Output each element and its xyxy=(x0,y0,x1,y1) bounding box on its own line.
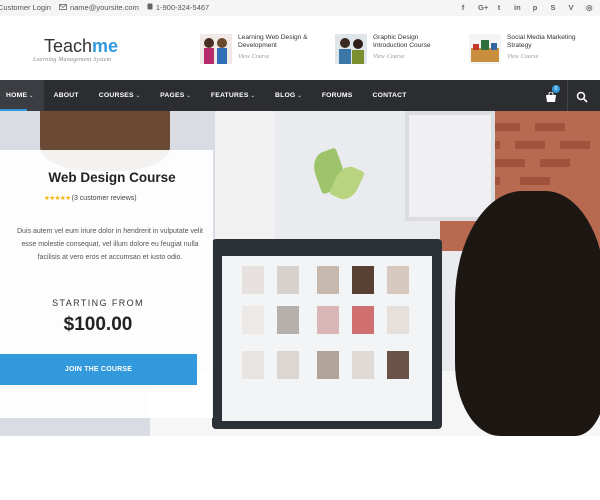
nav-label[interactable]: BLOG xyxy=(275,92,295,99)
view-course-link[interactable]: View Course xyxy=(373,53,453,60)
phone-text: 1-900-324-5467 xyxy=(155,3,210,12)
course-price: $100.00 xyxy=(63,314,133,335)
phone-contact: 1-900-324-5467 xyxy=(147,3,209,12)
course-thumbnail[interactable] xyxy=(335,34,367,64)
social-links: f G+ t in p S V ◎ xyxy=(448,3,593,12)
hero-photo-person-right xyxy=(455,191,600,436)
chevron-down-icon: ⌄ xyxy=(29,92,34,99)
chevron-down-icon: ⌄ xyxy=(186,92,191,99)
site-logo[interactable]: Teachme xyxy=(44,36,118,57)
chevron-down-icon: ⌄ xyxy=(250,92,255,99)
customer-login-link[interactable]: Customer Login xyxy=(0,3,51,12)
hero-photo-monitor-background xyxy=(405,111,495,221)
search-icon[interactable] xyxy=(576,90,588,103)
logo-accent-text[interactable]: me xyxy=(92,36,118,56)
skype-icon[interactable]: S xyxy=(550,3,556,12)
nav-label[interactable]: COURSES xyxy=(99,92,134,99)
pinterest-icon[interactable]: p xyxy=(532,3,538,12)
logo-text[interactable]: Teach xyxy=(44,36,92,56)
hero-photo-window xyxy=(215,111,275,241)
header-course-1[interactable]: Learning Web Design & Development View C… xyxy=(200,34,318,64)
header-course-2[interactable]: Graphic Design Introduction Course View … xyxy=(335,34,453,64)
customer-login-label[interactable]: Customer Login xyxy=(0,3,51,12)
twitter-icon[interactable]: t xyxy=(496,3,502,12)
nav-label[interactable]: FORUMS xyxy=(322,92,353,99)
chevron-down-icon: ⌄ xyxy=(297,92,302,99)
facebook-icon[interactable]: f xyxy=(460,3,466,12)
join-course-button[interactable]: JOIN THE COURSE xyxy=(0,354,197,385)
nav-item-home[interactable]: HOME ⌄ xyxy=(0,80,44,111)
course-thumbnail[interactable] xyxy=(469,34,501,64)
top-bar: Customer Login name@yoursite.com 1-900-3… xyxy=(0,0,600,16)
header-course-3[interactable]: Social Media Marketing Strategy View Cou… xyxy=(469,34,587,64)
linkedin-icon[interactable]: in xyxy=(514,3,521,12)
main-navigation: HOME ⌄ ABOUT COURSES ⌄ PAGES ⌄ FEATURES ⌄ BL… xyxy=(0,80,600,111)
nav-item-blog[interactable]: BLOG ⌄ xyxy=(265,80,312,111)
course-title[interactable]: Social Media Marketing Strategy xyxy=(507,34,587,50)
envelope-icon xyxy=(59,3,67,12)
nav-label[interactable]: ABOUT xyxy=(54,92,79,99)
course-title[interactable]: Learning Web Design & Development xyxy=(238,34,318,50)
view-course-link[interactable]: View Course xyxy=(507,53,587,60)
nav-divider xyxy=(567,80,568,111)
course-rating[interactable]: ★★★★★(3 customer reviews) xyxy=(44,194,137,202)
vimeo-icon[interactable]: V xyxy=(568,3,574,12)
nav-label[interactable]: FEATURES xyxy=(211,92,249,99)
nav-item-forums[interactable]: FORUMS xyxy=(312,80,363,111)
course-description: Duis autem vel eum iriure dolor in hendr… xyxy=(17,228,203,261)
course-title[interactable]: Graphic Design Introduction Course xyxy=(373,34,453,50)
reviews-link[interactable]: (3 customer reviews) xyxy=(72,195,137,202)
phone-icon xyxy=(147,3,153,12)
nav-label[interactable]: HOME xyxy=(6,92,27,99)
nav-label[interactable]: PAGES xyxy=(160,92,184,99)
chevron-down-icon: ⌄ xyxy=(135,92,141,99)
cart-count-badge: 0 xyxy=(552,85,560,93)
starting-from-label: STARTING FROM xyxy=(52,298,144,308)
google-plus-icon[interactable]: G+ xyxy=(478,3,488,12)
nav-item-courses[interactable]: COURSES ⌄ xyxy=(89,80,150,111)
logo-tagline: Learning Management System xyxy=(33,57,112,63)
nav-item-about[interactable]: ABOUT xyxy=(44,80,89,111)
site-header: Teachme Learning Management System Learn… xyxy=(0,16,600,80)
view-course-link[interactable]: View Course xyxy=(238,53,318,60)
nav-item-features[interactable]: FEATURES ⌄ xyxy=(201,80,265,111)
nav-item-contact[interactable]: CONTACT xyxy=(362,80,416,111)
instagram-icon[interactable]: ◎ xyxy=(586,3,593,12)
hero-photo-screen xyxy=(222,256,432,421)
email-contact[interactable]: name@yoursite.com xyxy=(59,3,139,12)
nav-item-pages[interactable]: PAGES ⌄ xyxy=(150,80,201,111)
course-card-title: Web Design Course xyxy=(48,170,176,185)
star-rating-icon: ★★★★★ xyxy=(44,195,71,202)
nav-label[interactable]: CONTACT xyxy=(372,92,406,99)
email-text[interactable]: name@yoursite.com xyxy=(70,3,139,12)
course-thumbnail[interactable] xyxy=(200,34,232,64)
